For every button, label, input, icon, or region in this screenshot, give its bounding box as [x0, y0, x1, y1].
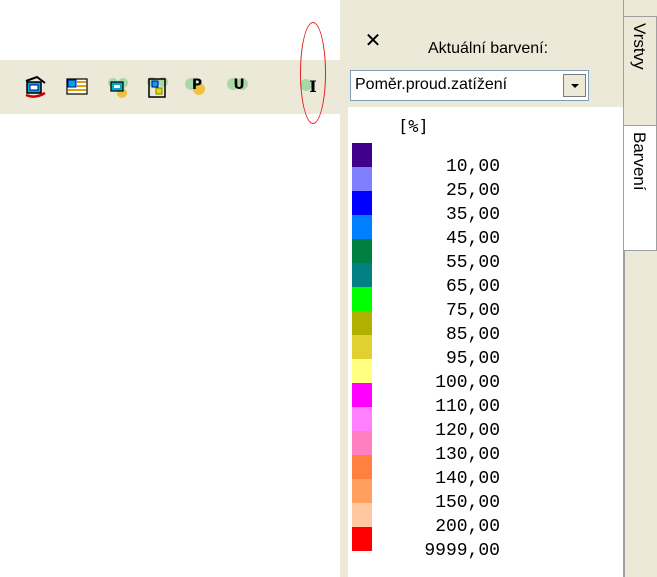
legend-row: 200,00 [348, 503, 624, 537]
legend-row: 140,00 [348, 455, 624, 489]
legend-swatch [352, 167, 372, 191]
legend-row: 85,00 [348, 311, 624, 345]
structure-view-button[interactable] [143, 74, 171, 100]
highlight-ellipse [300, 22, 326, 124]
structure-view-icon [147, 77, 168, 98]
legend-row: 120,00 [348, 407, 624, 441]
display-mode-icon [25, 75, 46, 98]
table-view-button[interactable] [63, 74, 91, 100]
legend-swatch [352, 239, 372, 263]
unit-label: [%] [398, 117, 429, 137]
panel-title: Aktuální barvení: [428, 40, 549, 57]
legend-swatch [352, 455, 372, 479]
chevron-down-icon [570, 83, 579, 88]
legend-value: 9999,00 [424, 541, 500, 561]
legend-swatch [352, 191, 372, 215]
legend-row: 35,00 [348, 191, 624, 225]
tab-body [624, 250, 657, 577]
dropdown-arrow-button[interactable] [563, 74, 586, 97]
legend-swatch [352, 479, 372, 503]
legend-swatch [352, 215, 372, 239]
legend-row: 150,00 [348, 479, 624, 513]
coloring-mode-value: Poměr.proud.zatížení [355, 76, 508, 93]
tab-layers-label: Vrstvy [630, 23, 649, 70]
tab-layers[interactable]: Vrstvy [624, 16, 657, 126]
node-view-icon [108, 78, 128, 98]
legend-row: 65,00 [348, 263, 624, 297]
legend-row: 45,00 [348, 215, 624, 249]
voltage-letter: U [233, 77, 245, 93]
tab-coloring-label: Barvení [630, 132, 649, 191]
node-view-button[interactable] [104, 74, 132, 100]
legend-swatch [352, 407, 372, 431]
legend-row: 55,00 [348, 239, 624, 273]
power-button[interactable]: P [183, 74, 211, 100]
vertical-tabs: Vrstvy Barvení [624, 0, 657, 577]
legend-swatch [352, 527, 372, 551]
legend-row: 75,00 [348, 287, 624, 321]
legend-row: 95,00 [348, 335, 624, 369]
legend-row: 100,00 [348, 359, 624, 393]
legend-row: 9999,00 [348, 527, 624, 561]
legend-swatch [352, 431, 372, 455]
legend-row: 25,00 [348, 167, 624, 201]
tab-coloring[interactable]: Barvení [624, 126, 657, 250]
legend-swatch [352, 263, 372, 287]
color-legend: [%] 10,00 25,00 35,00 45,00 55,00 65,00 75,00 8… [348, 107, 624, 577]
legend-swatch [352, 287, 372, 311]
coloring-panel: ✕ Aktuální barvení: Poměr.proud.zatížení… [340, 0, 624, 577]
legend-row: 130,00 [348, 431, 624, 465]
legend-swatch [352, 503, 372, 527]
legend-row: 110,00 [348, 383, 624, 417]
legend-swatch [352, 383, 372, 407]
legend-swatch [352, 311, 372, 335]
legend-swatch [352, 359, 372, 383]
display-mode-button[interactable] [22, 74, 50, 100]
voltage-button[interactable]: U [225, 74, 253, 100]
coloring-mode-select[interactable]: Poměr.proud.zatížení [350, 70, 589, 101]
toolbar: P U I [0, 60, 340, 114]
power-letter: P [191, 77, 203, 93]
legend-swatch [352, 335, 372, 359]
close-icon[interactable]: ✕ [362, 29, 384, 51]
table-view-icon [66, 78, 88, 95]
legend-swatch [352, 143, 372, 167]
legend-row: 10,00 [348, 143, 624, 177]
